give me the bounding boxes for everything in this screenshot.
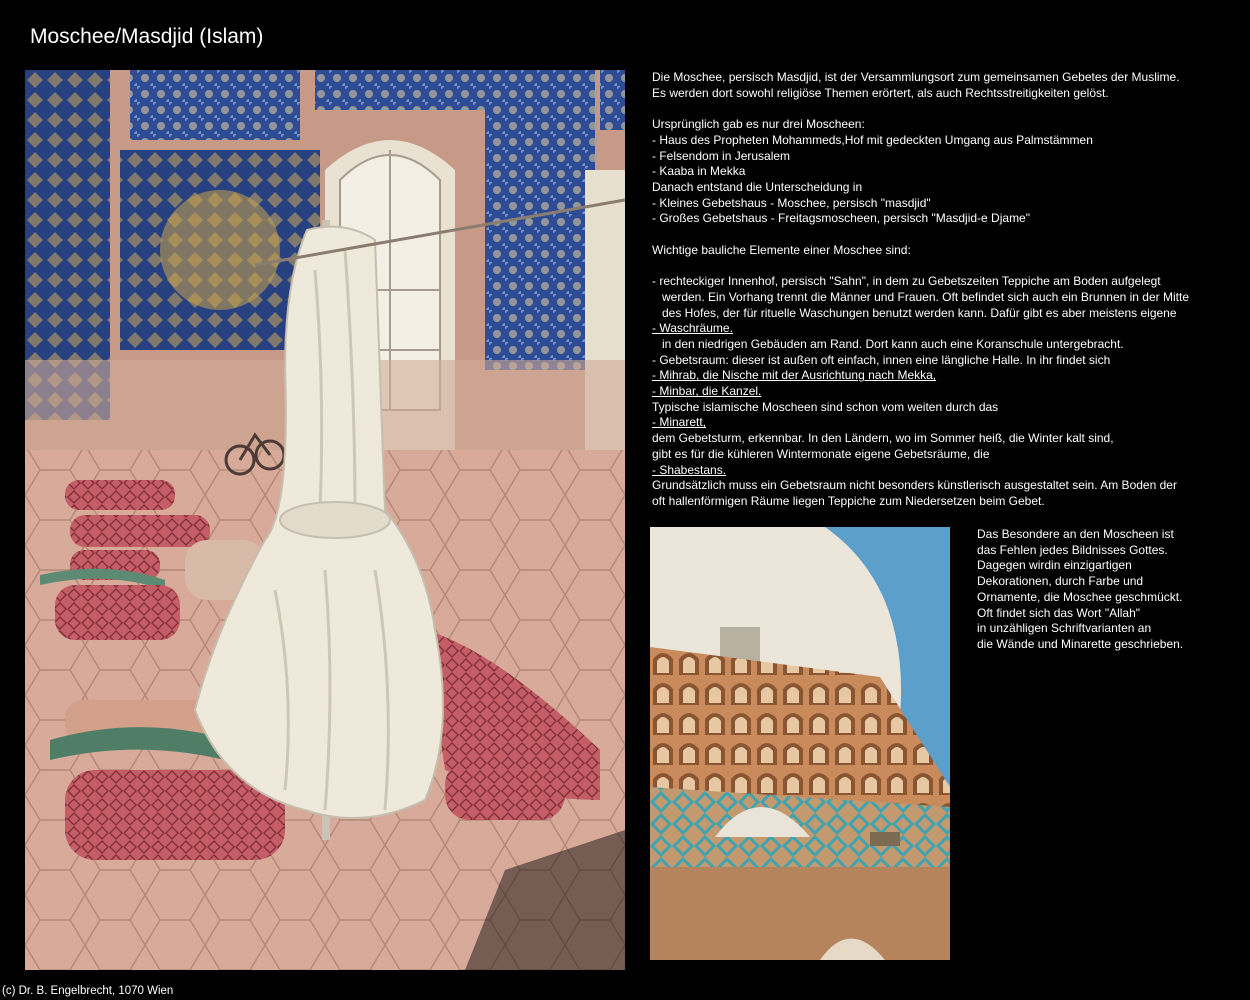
page-title: Moschee/Masdjid (Islam) — [30, 25, 264, 48]
text-line: Grundsätzlich muss ein Gebetsraum nicht … — [652, 478, 1177, 493]
text-line: Wichtige bauliche Elemente einer Moschee… — [652, 242, 911, 257]
link-item[interactable]: - Minarett, — [652, 415, 1212, 431]
text-line: Oft findet sich das Wort "Allah" — [977, 605, 1141, 620]
text-line: das Fehlen jedes Bildnisses Gottes. — [977, 542, 1168, 557]
text-line: gibt es für die kühleren Wintermonate ei… — [652, 446, 990, 461]
text-line: oft hallenförmigen Räume liegen Teppiche… — [652, 493, 1045, 508]
text-line: - Felsendom in Jerusalem — [652, 148, 791, 163]
mosque-dome-photo — [650, 527, 950, 960]
link-item[interactable]: - Waschräume. — [652, 321, 1212, 337]
text-line: Dekorationen, durch Farbe und — [977, 574, 1144, 589]
text-line: des Hofes, der für rituelle Waschungen b… — [652, 305, 1177, 320]
text-line: in unzähligen Schriftvarianten an — [977, 621, 1152, 636]
text-line: Ursprünglich gab es nur drei Moscheen: — [652, 117, 865, 132]
text-line: - Gebetsraum: dieser ist außen oft einfa… — [652, 352, 1111, 367]
mosque-courtyard-photo — [25, 70, 625, 970]
text-line: Typische islamische Moscheen sind schon … — [652, 399, 999, 414]
link-item[interactable]: - Mihrab, die Nische mit der Ausrichtung… — [652, 368, 1212, 384]
link-item[interactable]: - Minbar, die Kanzel. — [652, 384, 1212, 400]
text-line: Dagegen wirdin einzigartigen — [977, 558, 1132, 573]
text-line: werden. Ein Vorhang trennt die Männer un… — [652, 289, 1189, 304]
text-line — [652, 227, 1212, 243]
mosque-description: Die Moschee, persisch Masdjid, ist der V… — [652, 70, 1212, 510]
text-line: - Kleines Gebetshaus - Moschee, persisch… — [652, 195, 931, 210]
text-line: - rechteckiger Innenhof, persisch "Sahn"… — [652, 274, 1161, 289]
text-line: Das Besondere an den Moscheen ist — [977, 527, 1174, 541]
text-line: - Großes Gebetshaus - Freitagsmoscheen, … — [652, 211, 1030, 226]
link-item[interactable]: - Shabestans. — [652, 463, 1212, 479]
text-line: in den niedrigen Gebäuden am Rand. Dort … — [652, 336, 1124, 351]
text-line — [652, 101, 1212, 117]
text-line: Die Moschee, persisch Masdjid, ist der V… — [652, 70, 1180, 84]
text-line: Es werden dort sowohl religiöse Themen e… — [652, 85, 1109, 100]
text-line: - Haus des Propheten Mohammeds,Hof mit g… — [652, 132, 1093, 147]
text-line — [652, 258, 1212, 274]
text-line: die Wände und Minarette geschrieben. — [977, 636, 1184, 651]
text-line: Ornamente, die Moschee geschmückt. — [977, 589, 1183, 604]
text-line: - Kaaba in Mekka — [652, 164, 746, 179]
text-line: Danach entstand die Unterscheidung in — [652, 179, 863, 194]
mosque-decoration-text: Das Besondere an den Moscheen ist das Feh… — [977, 527, 1207, 653]
text-line: dem Gebetsturm, erkennbar. In den Länder… — [652, 431, 1114, 446]
copyright-footer: (c) Dr. B. Engelbrecht, 1070 Wien — [2, 985, 174, 997]
